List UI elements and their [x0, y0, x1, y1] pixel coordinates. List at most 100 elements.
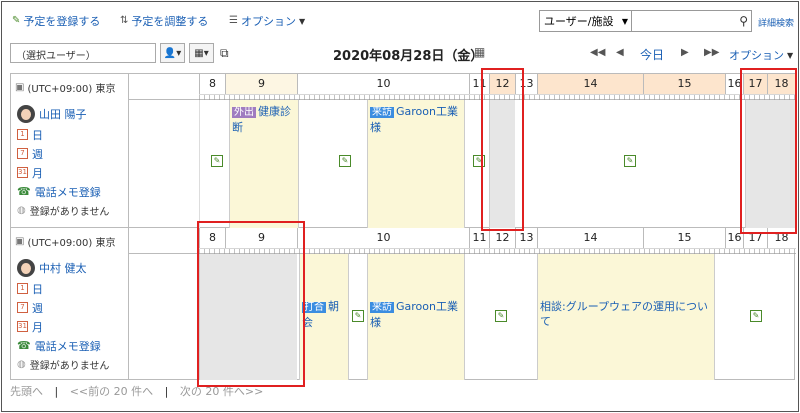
user-select[interactable]: （選択ユーザー）: [10, 43, 156, 63]
globe-icon: ▣: [15, 235, 25, 247]
timezone-text: (UTC+09:00) 東京: [27, 237, 116, 249]
week-calendar-icon: 7: [17, 148, 28, 159]
presence-icon: ◍: [17, 359, 26, 370]
view-options-label: オプション: [729, 49, 784, 62]
next-day-icon[interactable]: ▶: [681, 47, 689, 58]
search-box: ユーザー/施設 ▼ ⚲: [539, 10, 752, 32]
list-icon: ☰: [229, 15, 238, 26]
caret-down-icon: ▼: [787, 50, 794, 60]
search-type-select[interactable]: ユーザー/施設 ▼: [540, 11, 632, 31]
globe-icon: ▣: [15, 81, 25, 93]
phone-memo-link[interactable]: 電話メモ登録: [35, 338, 101, 354]
presence-status: 登録がありません: [29, 361, 110, 372]
edit-icon[interactable]: ✎: [339, 155, 351, 167]
search-input[interactable]: [632, 11, 751, 31]
adjust-icon: ⇅: [120, 15, 129, 26]
detailed-search-link[interactable]: 詳細検索: [758, 16, 794, 29]
hour-11: 11: [469, 228, 489, 248]
week-view-link[interactable]: 週: [32, 300, 43, 316]
event-morning-meeting[interactable]: 打合 朝会: [299, 254, 349, 380]
event-garoon-visit-2[interactable]: 来訪 Garoon工業様: [367, 254, 465, 380]
group-picker-button[interactable]: ▦▾: [189, 43, 214, 63]
hour-12: 12: [489, 228, 515, 248]
event-title: 相談:グループウェアの運用について: [540, 300, 709, 328]
event-health-check[interactable]: 外出 健康診断: [229, 100, 299, 228]
event-groupware-consult[interactable]: 相談:グループウェアの運用について: [537, 254, 715, 380]
first-page-link[interactable]: 先頭へ: [10, 385, 43, 398]
month-calendar-icon: 31: [17, 321, 28, 332]
search-icon[interactable]: ⚲: [739, 14, 748, 28]
edit-icon[interactable]: ✎: [211, 155, 223, 167]
hour-9: 9: [225, 74, 297, 94]
user-picker-button[interactable]: 👤▾: [160, 43, 185, 63]
day-view-link[interactable]: 日: [32, 127, 43, 143]
prev-page-link[interactable]: <<前の 20 件へ: [70, 385, 153, 398]
calendar-icon[interactable]: ▦: [474, 45, 485, 59]
grid-line: [199, 100, 200, 228]
prev-week-icon[interactable]: ◀◀: [590, 47, 605, 58]
options-menu[interactable]: ☰ オプション ▼: [229, 13, 305, 29]
edit-icon: ✎: [12, 15, 21, 26]
register-label: 予定を登録する: [23, 15, 101, 28]
caret-down-icon: ▼: [298, 16, 306, 26]
month-calendar-icon: 31: [17, 167, 28, 178]
edit-icon[interactable]: ✎: [495, 310, 507, 322]
avatar: [17, 258, 35, 277]
current-date: 2020年08月28日（金）: [333, 49, 484, 64]
hour-15: 15: [643, 228, 725, 248]
user-name-row: 山田 陽子: [17, 104, 122, 123]
highlight-box: [197, 221, 305, 387]
event-garoon-visit[interactable]: 来訪 Garoon工業様: [367, 100, 465, 228]
presence-status: 登録がありません: [29, 207, 110, 218]
hour-header: 8 9 10 11 12 13 14 15 16 17 18: [129, 74, 796, 100]
person-icon: 👤▾: [163, 47, 182, 59]
search-type-value: ユーザー/施設: [544, 15, 614, 28]
hour-10: 10: [297, 228, 469, 248]
highlight-box: [740, 68, 797, 234]
prev-day-icon[interactable]: ◀: [616, 47, 624, 58]
user-name-link[interactable]: 山田 陽子: [39, 106, 87, 122]
timezone-label: ▣ (UTC+09:00) 東京: [11, 228, 129, 254]
phone-memo-icon: ☎: [17, 339, 31, 352]
today-link[interactable]: 今日: [640, 46, 664, 63]
event-tag: 来訪: [370, 107, 394, 118]
day-calendar-icon: 1: [17, 129, 28, 140]
options-label: オプション: [240, 15, 296, 28]
week-view-link[interactable]: 週: [32, 146, 43, 162]
event-tag: 外出: [232, 107, 256, 118]
day-calendar-icon: 1: [17, 283, 28, 294]
user-row-1: ▣ (UTC+09:00) 東京 8 9 10 11 12 13 14 15 1…: [10, 73, 796, 228]
hour-8: 8: [199, 74, 225, 94]
avatar: [17, 104, 35, 123]
day-view-link[interactable]: 日: [32, 281, 43, 297]
user-name-link[interactable]: 中村 健太: [39, 260, 87, 276]
edit-icon[interactable]: ✎: [352, 310, 364, 322]
month-view-link[interactable]: 月: [32, 165, 43, 181]
register-schedule-link[interactable]: ✎ 予定を登録する: [12, 13, 100, 29]
phone-memo-icon: ☎: [17, 185, 31, 198]
user-info-1: 山田 陽子 1日 7週 31 月 ☎ 電話メモ登録 ◍ 登録がありません: [11, 100, 129, 228]
next-week-icon[interactable]: ▶▶: [704, 47, 719, 58]
adjust-label: 予定を調整する: [131, 15, 209, 28]
hour-15: 15: [643, 74, 725, 94]
phone-memo-link[interactable]: 電話メモ登録: [35, 184, 101, 200]
edit-icon[interactable]: ✎: [624, 155, 636, 167]
pager-separator: |: [164, 385, 169, 398]
user-row-2: ▣ (UTC+09:00) 東京 8 9 10 11 12 13 14 15 1…: [10, 228, 796, 380]
month-view-link[interactable]: 月: [32, 319, 43, 335]
week-calendar-icon: 7: [17, 302, 28, 313]
grid-icon: ▦▾: [194, 47, 209, 59]
user-select-value: （選択ユーザー）: [16, 51, 96, 62]
hour-10: 10: [297, 74, 469, 94]
event-tag: 来訪: [370, 302, 394, 313]
popup-icon[interactable]: ⧉: [220, 46, 229, 61]
timezone-label: ▣ (UTC+09:00) 東京: [11, 74, 129, 100]
adjust-schedule-link[interactable]: ⇅ 予定を調整する: [120, 13, 208, 29]
edit-icon[interactable]: ✎: [750, 310, 762, 322]
hour-14: 14: [537, 228, 643, 248]
timezone-text: (UTC+09:00) 東京: [27, 83, 116, 95]
event-tag: 打合: [302, 302, 326, 313]
pager-separator: |: [54, 385, 59, 398]
caret-down-icon: ▼: [621, 16, 628, 26]
view-options-menu[interactable]: オプション ▼: [729, 47, 793, 63]
